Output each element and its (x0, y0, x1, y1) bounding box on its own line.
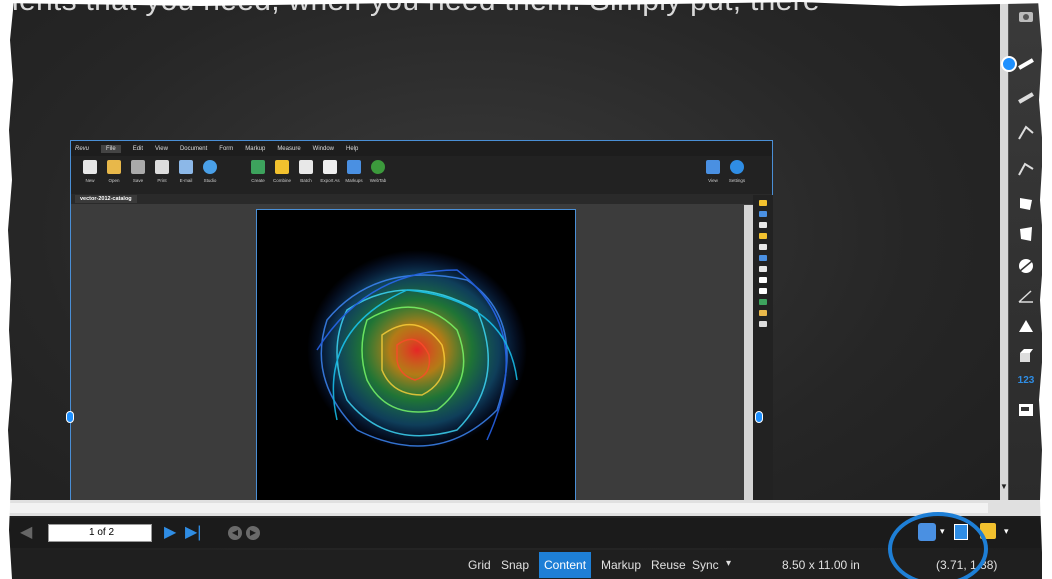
previous-page-icon[interactable]: ◀ (20, 525, 32, 541)
app-vertical-scrollbar[interactable] (744, 205, 753, 505)
status-bar: Grid Snap Content Markup Reuse Sync ▾ 8.… (8, 550, 1042, 579)
ribbon-view[interactable]: View (702, 160, 724, 183)
length-ruler-icon[interactable] (1016, 88, 1036, 108)
sync-dropdown-icon[interactable]: ▾ (726, 558, 731, 569)
ribbon-webtab[interactable]: WebTab (367, 160, 389, 183)
ribbon-create[interactable]: Create (247, 160, 269, 183)
ribbon-email[interactable]: E-mail (175, 160, 197, 183)
menu-file[interactable]: File (101, 144, 121, 153)
snap-toggle[interactable]: Snap (501, 558, 529, 572)
menu-edit[interactable]: Edit (133, 146, 143, 152)
app-markup-tools (753, 195, 773, 505)
calibrate-icon[interactable] (1016, 400, 1036, 420)
horizontal-scrollbar[interactable] (8, 500, 1042, 516)
lock-dropdown-icon[interactable]: ▾ (1004, 526, 1009, 537)
app-document-tabs: vector-2012-catalog (71, 194, 772, 204)
ribbon-batch[interactable]: Batch (295, 160, 317, 183)
ribbon-print[interactable]: Print (151, 160, 173, 183)
area-icon[interactable] (1016, 194, 1036, 214)
panel-resize-handle[interactable] (1001, 56, 1017, 72)
right-resize-handle[interactable] (755, 411, 763, 423)
menu-measure[interactable]: Measure (277, 146, 300, 152)
document-tab[interactable]: vector-2012-catalog (75, 195, 137, 203)
application-screen: ients that you need, when you need them.… (8, 0, 1042, 579)
menu-view[interactable]: View (155, 146, 168, 152)
ribbon-export-as[interactable]: Export As (319, 160, 341, 183)
last-page-icon[interactable]: ▶| (185, 525, 201, 541)
next-page-icon[interactable]: ▶ (164, 525, 176, 541)
app-menu-bar: Revu File Edit View Document Form Markup… (71, 141, 772, 156)
menu-markup[interactable]: Markup (245, 146, 265, 152)
angle-icon[interactable] (1016, 286, 1036, 306)
diameter-icon[interactable] (1016, 256, 1036, 276)
ribbon-markups[interactable]: Markups (343, 160, 365, 183)
highlight-annotation-circle (888, 512, 988, 579)
ribbon-new[interactable]: New (79, 160, 101, 183)
menu-document[interactable]: Document (180, 146, 207, 152)
previous-view-icon[interactable]: ◀ (228, 526, 242, 540)
scroll-down-arrow-icon[interactable]: ▼ (1000, 482, 1008, 494)
page-navigation-bar: ◀ 1 of 2 ▶ ▶| ◀ ▶ ▾ ▾ (8, 518, 1042, 548)
next-view-icon[interactable]: ▶ (246, 526, 260, 540)
menu-help[interactable]: Help (346, 146, 358, 152)
polylength-icon[interactable] (1016, 122, 1036, 142)
vertical-scrollbar[interactable] (1000, 0, 1008, 500)
count-tool[interactable]: 123 (1016, 370, 1036, 390)
document-page (256, 209, 576, 505)
polygon-area-icon[interactable] (1016, 224, 1036, 244)
markup-toggle[interactable]: Markup (601, 558, 641, 572)
abstract-artwork-image (307, 250, 527, 450)
grid-toggle[interactable]: Grid (468, 558, 491, 572)
volume-icon[interactable] (1016, 316, 1036, 336)
left-resize-handle[interactable] (66, 411, 74, 423)
reuse-toggle[interactable]: Reuse (651, 558, 686, 572)
embedded-app-window: Revu File Edit View Document Form Markup… (66, 140, 773, 505)
camera-icon[interactable] (1016, 6, 1036, 26)
cube-volume-icon[interactable] (1016, 346, 1036, 366)
ribbon-settings[interactable]: Settings (726, 160, 748, 183)
page-number-field[interactable]: 1 of 2 (48, 524, 152, 542)
ribbon-save[interactable]: Save (127, 160, 149, 183)
right-tool-strip: 123 (1001, 0, 1042, 500)
menu-window[interactable]: Window (313, 146, 334, 152)
ribbon-studio[interactable]: Studio (199, 160, 221, 183)
app-logo: Revu (75, 145, 90, 152)
content-toggle[interactable]: Content (539, 552, 592, 578)
page-size-readout: 8.50 x 11.00 in (782, 558, 860, 572)
measure-ruler-icon[interactable] (1016, 54, 1036, 74)
perimeter-icon[interactable] (1016, 160, 1036, 180)
ribbon-open[interactable]: Open (103, 160, 125, 183)
app-ribbon: New Open Save Print E-mail Studio Create… (71, 156, 772, 194)
sync-toggle[interactable]: Sync (692, 558, 719, 572)
background-document-text: ients that you need, when you need them.… (12, 0, 820, 17)
menu-form[interactable]: Form (219, 146, 233, 152)
horizontal-scroll-thumb[interactable] (8, 503, 988, 513)
ribbon-combine[interactable]: Combine (271, 160, 293, 183)
